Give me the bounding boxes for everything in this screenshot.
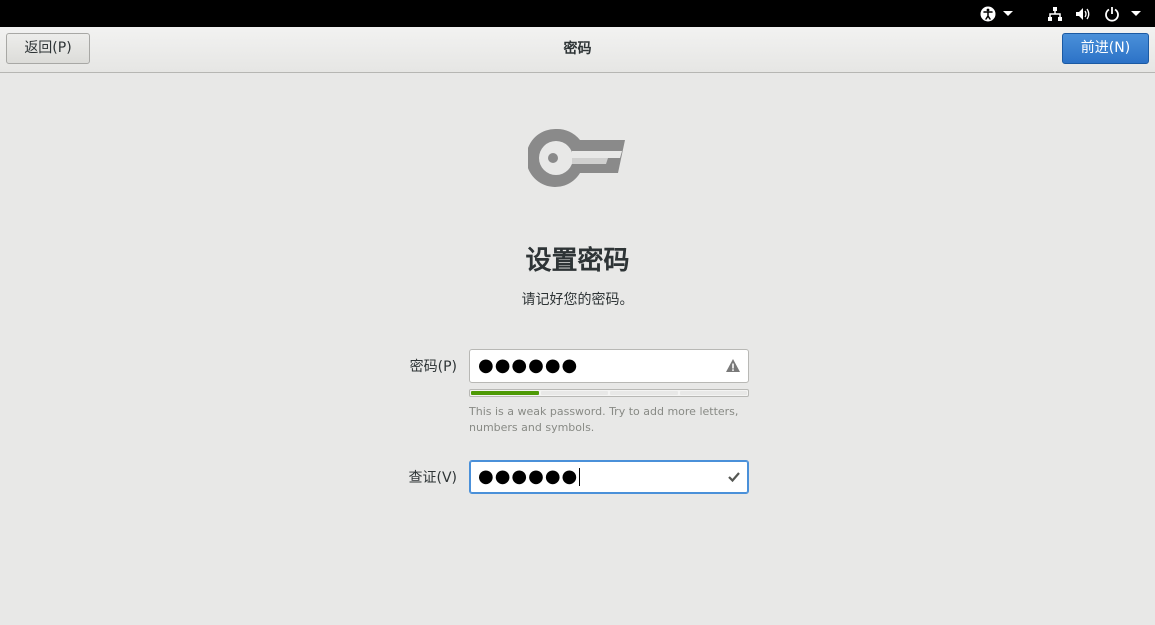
verify-label: 查证(V) [408, 470, 457, 486]
password-value: ●●●●●● [478, 355, 579, 376]
accessibility-icon [980, 6, 996, 21]
verify-password-field[interactable]: ●●●●●● [469, 460, 749, 494]
chevron-down-icon [1003, 10, 1013, 16]
strength-segment [679, 391, 747, 395]
accessibility-menu[interactable] [980, 5, 1014, 22]
text-caret [579, 468, 581, 486]
password-field[interactable]: ●●●●●● [469, 349, 749, 383]
power-icon [1105, 6, 1119, 22]
network-icon [1048, 6, 1062, 21]
volume-icon [1076, 7, 1090, 20]
strength-segment [471, 391, 539, 395]
verify-value: ●●●●●● [478, 466, 579, 487]
back-button[interactable]: 返回(P) [6, 33, 90, 64]
strength-segment [540, 391, 608, 395]
password-label: 密码(P) [409, 359, 457, 375]
next-button[interactable]: 前进(N) [1062, 33, 1149, 64]
header-bar: 密码 返回(P) 前进(N) [0, 27, 1155, 73]
main-heading: 设置密码 [525, 246, 630, 276]
password-strength-bar [469, 389, 749, 397]
power-menu[interactable] [1104, 5, 1142, 22]
checkmark-icon [728, 472, 740, 483]
key-icon [528, 128, 625, 187]
password-hint: This is a weak password. Try to add more… [469, 405, 739, 434]
system-top-bar [0, 0, 1155, 27]
network-menu[interactable] [1047, 5, 1063, 22]
volume-menu[interactable] [1075, 5, 1091, 22]
main-subtitle: 请记好您的密码。 [521, 292, 634, 308]
warning-icon [726, 359, 740, 372]
page-title: 密码 [563, 41, 592, 57]
chevron-down-icon [1131, 10, 1141, 16]
strength-segment [610, 391, 678, 395]
